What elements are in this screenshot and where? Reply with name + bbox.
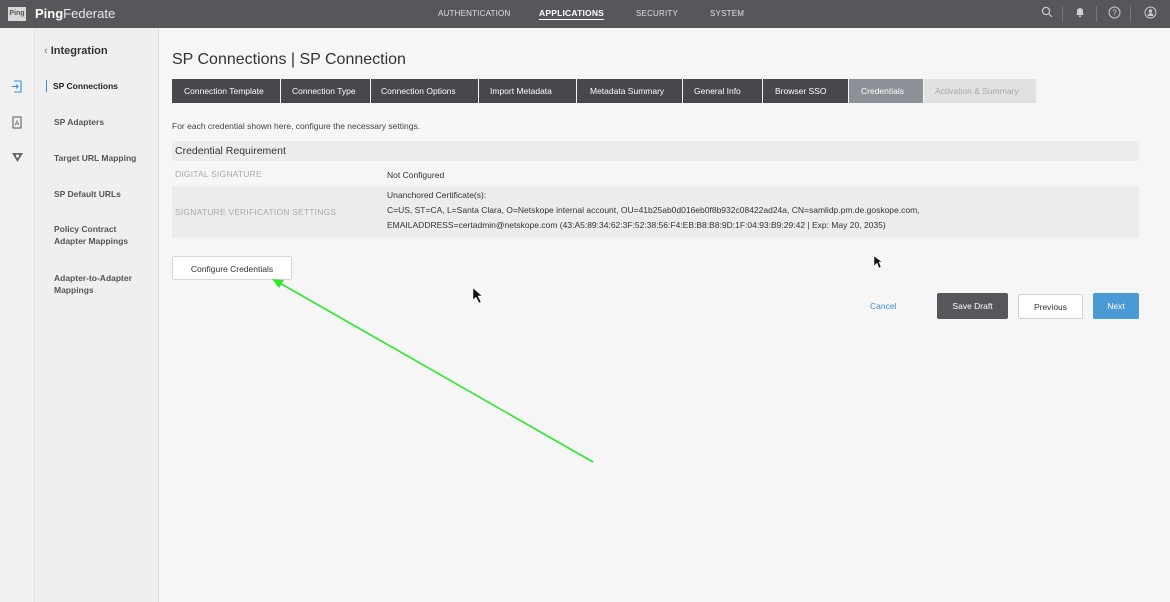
wizard-tabs: Connection Template Connection Type Conn… (172, 79, 1037, 103)
tab-metadata-summary[interactable]: Metadata Summary (577, 79, 682, 103)
tab-general-info[interactable]: General Info (683, 79, 762, 103)
tab-credentials[interactable]: Credentials (849, 79, 923, 103)
intro-text: For each credential shown here, configur… (172, 121, 421, 131)
section-title: Credential Requirement (175, 145, 286, 157)
brand-bold: Ping (35, 6, 64, 21)
sidebar-item-policy-contract-adapter-mappings[interactable]: Policy Contract Adapter Mappings (54, 223, 144, 247)
nav-back-label: Integration (50, 45, 108, 57)
save-draft-button[interactable]: Save Draft (937, 293, 1008, 319)
bell-icon[interactable] (1072, 6, 1088, 22)
ping-logo[interactable]: Ping (8, 7, 26, 21)
icon-rail: A (0, 28, 35, 602)
topnav-applications[interactable]: APPLICATIONS (539, 8, 605, 20)
left-nav: ‹ Integration SP Connections SP Adapters… (35, 28, 159, 602)
sidebar-item-sp-connections[interactable]: SP Connections (46, 80, 153, 92)
page-title: SP Connections | SP Connection (172, 51, 406, 68)
tab-connection-options[interactable]: Connection Options (371, 79, 478, 103)
signature-verification-line2: C=US, ST=CA, L=Santa Clara, O=Netskope i… (387, 205, 920, 215)
nav-back-integration[interactable]: ‹ Integration (44, 45, 108, 57)
brand-rest: Federate (63, 6, 116, 21)
divider (1062, 6, 1063, 22)
digital-signature-row: DIGITAL SIGNATURE Not Configured (172, 164, 1139, 184)
cursor-icon (873, 255, 883, 269)
sidebar-item-target-url-mapping[interactable]: Target URL Mapping (54, 152, 154, 164)
user-icon[interactable] (1142, 6, 1158, 22)
brand-name: PingFederate (35, 6, 115, 21)
sidebar-item-sp-default-urls[interactable]: SP Default URLs (54, 188, 154, 200)
tab-activation-summary: Activation & Summary (924, 79, 1036, 103)
configure-credentials-button[interactable]: Configure Credentials (172, 256, 292, 280)
sp-adapters-icon[interactable]: A (9, 116, 25, 132)
sidebar-item-sp-adapters[interactable]: SP Adapters (54, 116, 154, 128)
next-button[interactable]: Next (1093, 293, 1139, 319)
top-bar: Ping PingFederate AUTHENTICATION APPLICA… (0, 0, 1170, 28)
previous-button[interactable]: Previous (1018, 294, 1083, 319)
signature-verification-label: SIGNATURE VERIFICATION SETTINGS (175, 207, 337, 217)
topnav-system[interactable]: SYSTEM (710, 9, 744, 18)
digital-signature-value: Not Configured (387, 170, 445, 180)
annotation-arrow-shaft (277, 281, 594, 463)
signature-verification-line3: EMAILADDRESS=certadmin@netskope.com (43:… (387, 220, 886, 230)
sp-connections-icon[interactable] (9, 80, 25, 96)
divider (1130, 6, 1131, 22)
cancel-button[interactable]: Cancel (870, 301, 896, 311)
chevron-left-icon: ‹ (44, 45, 51, 57)
help-icon[interactable]: ? (1106, 6, 1122, 22)
cursor-icon (472, 287, 483, 304)
annotation-arrow-head (272, 279, 284, 288)
tab-browser-sso[interactable]: Browser SSO (763, 79, 848, 103)
svg-text:A: A (15, 121, 20, 128)
signature-verification-line1: Unanchored Certificate(s): (387, 190, 487, 200)
credential-requirement-header: Credential Requirement (172, 141, 1139, 161)
digital-signature-label: DIGITAL SIGNATURE (175, 169, 262, 179)
svg-text:?: ? (1112, 9, 1117, 18)
topnav-authentication[interactable]: AUTHENTICATION (438, 9, 510, 18)
search-icon[interactable] (1039, 6, 1055, 22)
tab-connection-type[interactable]: Connection Type (281, 79, 370, 103)
signature-verification-row: SIGNATURE VERIFICATION SETTINGS Unanchor… (172, 186, 1139, 238)
divider (1096, 6, 1097, 22)
tab-import-metadata[interactable]: Import Metadata (479, 79, 576, 103)
sidebar-item-adapter-to-adapter-mappings[interactable]: Adapter-to-Adapter Mappings (54, 272, 144, 296)
tab-connection-template[interactable]: Connection Template (172, 79, 280, 103)
target-mapping-icon[interactable] (9, 151, 25, 167)
topnav-security[interactable]: SECURITY (636, 9, 678, 18)
